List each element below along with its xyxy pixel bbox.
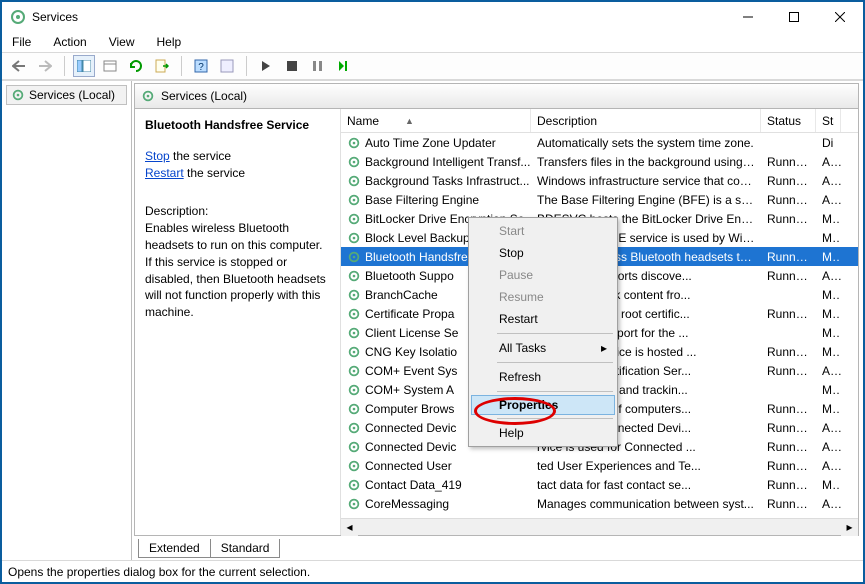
toolbar: ? — [2, 52, 863, 80]
help2-toolbar-button[interactable] — [216, 55, 238, 77]
tab-extended[interactable]: Extended — [138, 539, 211, 558]
menu-file[interactable]: File — [8, 33, 35, 51]
export-button[interactable] — [151, 55, 173, 77]
services-icon — [10, 9, 26, 25]
console-tree: Services (Local) — [2, 81, 132, 560]
minimize-button[interactable] — [725, 2, 771, 32]
gear-icon — [347, 364, 361, 378]
gear-icon — [347, 326, 361, 340]
gear-icon — [347, 136, 361, 150]
scroll-left-icon[interactable]: ◂ — [341, 519, 358, 536]
ctx-pause: Pause — [471, 264, 615, 286]
ctx-resume: Resume — [471, 286, 615, 308]
menu-action[interactable]: Action — [49, 33, 90, 51]
scroll-right-icon[interactable]: ▸ — [841, 519, 858, 536]
gear-icon — [347, 440, 361, 454]
stop-service-button[interactable] — [281, 55, 303, 77]
pane-header: Services (Local) — [134, 83, 859, 109]
forward-button[interactable] — [34, 55, 56, 77]
gear-icon — [347, 288, 361, 302]
gear-icon — [347, 250, 361, 264]
stop-link[interactable]: Stop — [145, 149, 170, 163]
gear-icon — [347, 421, 361, 435]
pause-service-button[interactable] — [307, 55, 329, 77]
services-window: Services File Action View Help ? — [0, 0, 865, 584]
ctx-restart[interactable]: Restart — [471, 308, 615, 330]
service-row[interactable]: Contact Data_419tact data for fast conta… — [341, 475, 858, 494]
gear-icon — [347, 497, 361, 511]
detail-pane: Bluetooth Handsfree Service Stop the ser… — [135, 109, 340, 535]
ctx-properties[interactable]: Properties — [471, 395, 615, 415]
gear-icon — [347, 402, 361, 416]
help-toolbar-button[interactable]: ? — [190, 55, 212, 77]
status-bar: Opens the properties dialog box for the … — [2, 560, 863, 582]
context-menu: Start Stop Pause Resume Restart All Task… — [468, 217, 618, 447]
ctx-start: Start — [471, 220, 615, 242]
gear-icon — [347, 212, 361, 226]
ctx-refresh[interactable]: Refresh — [471, 366, 615, 388]
service-row[interactable]: Auto Time Zone UpdaterAutomatically sets… — [341, 133, 858, 152]
properties-toolbar-button[interactable] — [99, 55, 121, 77]
menubar: File Action View Help — [2, 32, 863, 52]
gear-icon — [347, 269, 361, 283]
back-button[interactable] — [8, 55, 30, 77]
gear-icon — [347, 383, 361, 397]
service-row[interactable]: Background Tasks Infrastruct...Windows i… — [341, 171, 858, 190]
tree-node-services-local[interactable]: Services (Local) — [6, 85, 127, 105]
submenu-arrow-icon: ▸ — [601, 341, 607, 355]
col-status[interactable]: Status — [761, 109, 816, 132]
detail-service-name: Bluetooth Handsfree Service — [145, 117, 330, 134]
status-text: Opens the properties dialog box for the … — [8, 565, 310, 579]
view-tabs: Extended Standard — [134, 536, 859, 558]
menu-view[interactable]: View — [105, 33, 139, 51]
ctx-help[interactable]: Help — [471, 422, 615, 444]
gear-icon — [347, 231, 361, 245]
maximize-button[interactable] — [771, 2, 817, 32]
gear-icon — [347, 307, 361, 321]
gear-icon — [347, 478, 361, 492]
gear-icon — [347, 345, 361, 359]
horizontal-scrollbar[interactable]: ◂ ▸ — [341, 518, 858, 535]
service-row[interactable]: Background Intelligent Transf...Transfer… — [341, 152, 858, 171]
service-row[interactable]: CoreMessagingManages communication betwe… — [341, 494, 858, 513]
service-row[interactable]: Base Filtering EngineThe Base Filtering … — [341, 190, 858, 209]
col-description[interactable]: Description — [531, 109, 761, 132]
gear-icon — [347, 155, 361, 169]
restart-service-button[interactable] — [333, 55, 355, 77]
restart-link[interactable]: Restart — [145, 166, 184, 180]
sort-asc-icon: ▲ — [405, 116, 414, 126]
gear-icon — [141, 89, 155, 103]
gear-icon — [347, 459, 361, 473]
close-button[interactable] — [817, 2, 863, 32]
col-startup-type[interactable]: Startup Type — [816, 109, 841, 132]
start-service-button[interactable] — [255, 55, 277, 77]
description-label: Description: — [145, 203, 330, 220]
gear-icon — [11, 88, 25, 102]
svg-text:?: ? — [198, 62, 204, 73]
col-name[interactable]: Name▲ — [341, 109, 531, 132]
description-text: Enables wireless Bluetooth headsets to r… — [145, 220, 330, 321]
menu-help[interactable]: Help — [153, 33, 186, 51]
ctx-all-tasks[interactable]: All Tasks▸ — [471, 337, 615, 359]
column-headers: Name▲ Description Status Startup Type — [341, 109, 858, 133]
refresh-button[interactable] — [125, 55, 147, 77]
titlebar: Services — [2, 2, 863, 32]
gear-icon — [347, 174, 361, 188]
pane-header-label: Services (Local) — [161, 89, 247, 103]
tab-standard[interactable]: Standard — [210, 539, 281, 558]
service-row[interactable]: Connected Userted User Experiences and T… — [341, 456, 858, 475]
show-hide-tree-button[interactable] — [73, 55, 95, 77]
gear-icon — [347, 193, 361, 207]
tree-node-label: Services (Local) — [29, 88, 115, 102]
window-title: Services — [32, 10, 725, 24]
ctx-stop[interactable]: Stop — [471, 242, 615, 264]
